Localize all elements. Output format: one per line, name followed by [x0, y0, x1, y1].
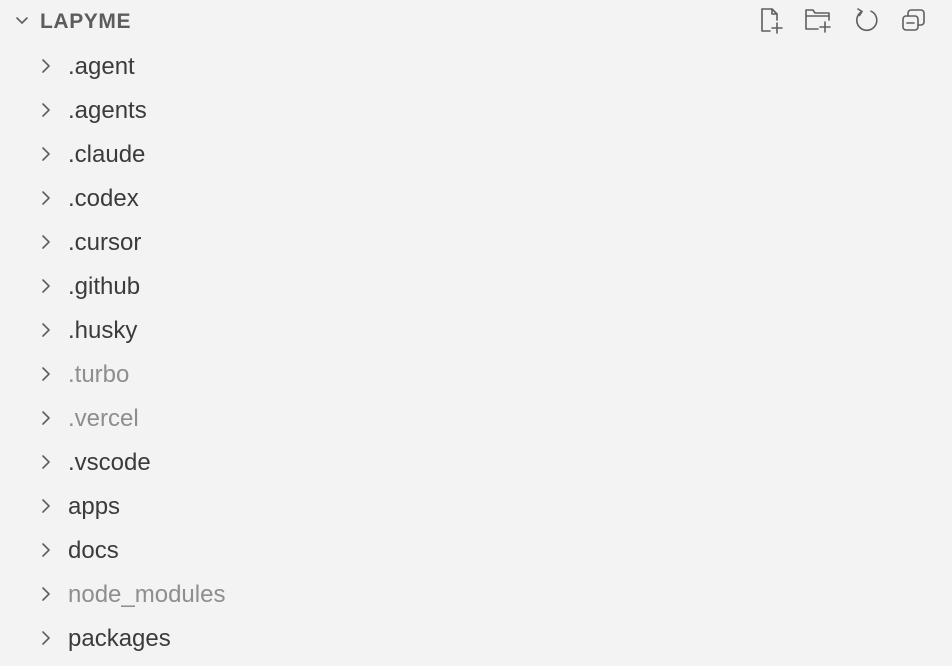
- tree-item-label: .husky: [68, 317, 138, 344]
- tree-item-packages[interactable]: packages: [0, 617, 952, 661]
- tree-item-label: apps: [68, 493, 121, 520]
- tree-item-label: .vscode: [68, 449, 151, 476]
- tree-item-label: .cursor: [68, 229, 142, 256]
- explorer-section-header[interactable]: LAPYME: [0, 0, 952, 44]
- chevron-right-icon: [36, 452, 56, 472]
- tree-item-github[interactable]: .github: [0, 265, 952, 309]
- tree-item-label: packages: [68, 625, 171, 652]
- collapse-all-button[interactable]: [898, 6, 930, 38]
- new-folder-button[interactable]: [802, 6, 834, 38]
- tree-item-label: .codex: [68, 185, 139, 212]
- chevron-right-icon: [36, 188, 56, 208]
- explorer-panel: LAPYME .agent .agents .claude .codex .cu…: [0, 0, 952, 666]
- workspace-title: LAPYME: [40, 10, 132, 33]
- chevron-down-icon[interactable]: [12, 11, 32, 31]
- chevron-right-icon: [36, 584, 56, 604]
- file-tree: .agent .agents .claude .codex .cursor .g…: [0, 45, 952, 661]
- tree-item-turbo[interactable]: .turbo: [0, 353, 952, 397]
- tree-item-label: node_modules: [68, 581, 226, 608]
- chevron-right-icon: [36, 232, 56, 252]
- tree-item-vscode[interactable]: .vscode: [0, 441, 952, 485]
- tree-item-label: .vercel: [68, 405, 139, 432]
- tree-item-label: .github: [68, 273, 141, 300]
- chevron-right-icon: [36, 628, 56, 648]
- tree-item-agent[interactable]: .agent: [0, 45, 952, 89]
- tree-item-label: .agents: [68, 97, 147, 124]
- tree-item-label: .agent: [68, 53, 135, 80]
- chevron-right-icon: [36, 540, 56, 560]
- tree-item-husky[interactable]: .husky: [0, 309, 952, 353]
- chevron-right-icon: [36, 320, 56, 340]
- tree-item-codex[interactable]: .codex: [0, 177, 952, 221]
- tree-item-label: .turbo: [68, 361, 130, 388]
- tree-item-claude[interactable]: .claude: [0, 133, 952, 177]
- chevron-right-icon: [36, 100, 56, 120]
- tree-item-cursor[interactable]: .cursor: [0, 221, 952, 265]
- chevron-right-icon: [36, 276, 56, 296]
- refresh-button[interactable]: [850, 6, 882, 38]
- chevron-right-icon: [36, 56, 56, 76]
- tree-item-vercel[interactable]: .vercel: [0, 397, 952, 441]
- explorer-actions: [738, 6, 930, 38]
- chevron-right-icon: [36, 408, 56, 428]
- new-file-button[interactable]: [754, 6, 786, 38]
- tree-item-node-modules[interactable]: node_modules: [0, 573, 952, 617]
- refresh-icon: [851, 5, 881, 40]
- tree-item-label: docs: [68, 537, 119, 564]
- tree-item-agents[interactable]: .agents: [0, 89, 952, 133]
- new-folder-icon: [803, 5, 833, 40]
- chevron-right-icon: [36, 496, 56, 516]
- tree-item-apps[interactable]: apps: [0, 485, 952, 529]
- collapse-all-icon: [899, 5, 929, 40]
- tree-item-docs[interactable]: docs: [0, 529, 952, 573]
- chevron-right-icon: [36, 364, 56, 384]
- chevron-right-icon: [36, 144, 56, 164]
- tree-item-label: .claude: [68, 141, 146, 168]
- new-file-icon: [755, 5, 785, 40]
